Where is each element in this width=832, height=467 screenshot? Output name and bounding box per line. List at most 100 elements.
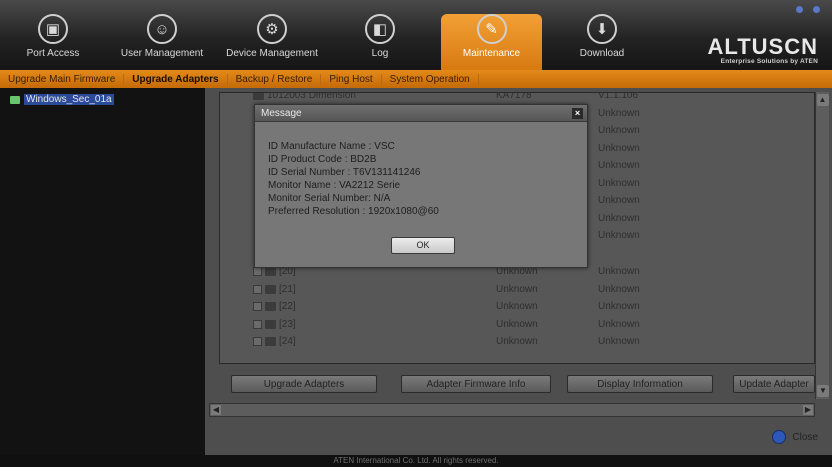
tab-download[interactable]: ⬇ Download <box>572 14 632 70</box>
submenu-upgrade-adapters[interactable]: Upgrade Adapters <box>124 73 228 85</box>
adapter-version: Unknown <box>598 177 640 189</box>
tree-item-device[interactable]: Windows_Sec_01a <box>10 94 114 105</box>
vertical-scrollbar[interactable]: ▲ ▼ <box>815 92 829 399</box>
brand-logo: ALTUSCN Enterprise Solutions by ATEN <box>708 34 818 65</box>
list-item[interactable]: [21] Unknown Unknown <box>253 281 808 299</box>
tab-port-access[interactable]: ▣ Port Access <box>18 14 88 70</box>
scroll-down-icon[interactable]: ▼ <box>817 385 829 397</box>
scroll-left-icon[interactable]: ◀ <box>211 405 221 415</box>
adapter-name: [21] <box>279 283 296 295</box>
update-adapter-button[interactable]: Update Adapter <box>733 375 815 393</box>
list-item[interactable]: [23] Unknown Unknown <box>253 316 808 334</box>
window-controls <box>796 6 820 13</box>
wrench-icon: ✎ <box>476 14 507 44</box>
top-navigation: ▣ Port Access ☺ User Management ⚙ Device… <box>0 0 832 70</box>
upgrade-adapters-button[interactable]: Upgrade Adapters <box>231 375 377 393</box>
adapter-version: Unknown <box>598 212 640 224</box>
tab-log[interactable]: ◧ Log <box>360 14 400 70</box>
tab-label: Port Access <box>26 48 80 59</box>
adapter-version: Unknown <box>598 266 640 277</box>
submenu-backup-restore[interactable]: Backup / Restore <box>228 73 322 85</box>
close-button[interactable]: Close <box>772 430 818 444</box>
adapter-checkbox[interactable] <box>253 319 262 329</box>
submenu-upgrade-main-firmware[interactable]: Upgrade Main Firmware <box>0 73 125 85</box>
dialog-body: ID Manufacture Name : VSC ID Product Cod… <box>255 122 587 218</box>
tree-item-label: Windows_Sec_01a <box>24 94 114 105</box>
message-dialog: Message × ID Manufacture Name : VSC ID P… <box>254 104 588 268</box>
adapter-firmware-info-button[interactable]: Adapter Firmware Info <box>401 375 551 393</box>
list-item[interactable]: 1012003 Dimension KA7178 V1.1.106 <box>253 92 808 105</box>
submenu-ping-host[interactable]: Ping Host <box>321 73 382 85</box>
adapter-version: Unknown <box>598 160 640 171</box>
adapter-checkbox[interactable] <box>253 284 262 294</box>
adapter-version: Unknown <box>598 283 640 295</box>
monitor-icon <box>265 337 276 346</box>
minimize-icon[interactable] <box>796 6 803 13</box>
adapter-name-cell: 1012003 Dimension <box>253 92 356 101</box>
adapter-version: Unknown <box>598 318 640 330</box>
device-icon: ⚙ <box>257 14 287 44</box>
tab-label: Download <box>579 48 625 59</box>
dialog-line-monitor-name: Monitor Name : VA2212 Serie <box>268 180 401 191</box>
submenu-system-operation[interactable]: System Operation <box>382 73 479 85</box>
tab-label: Log <box>371 48 389 59</box>
adapter-checkbox[interactable] <box>253 302 262 311</box>
dialog-line-resolution: Preferred Resolution : 1920x1080@60 <box>268 206 439 217</box>
dialog-line-serial: ID Serial Number : T6V131141246 <box>268 167 421 178</box>
monitor-icon: ▣ <box>38 14 68 44</box>
logo-text: ALTUSCN <box>707 34 818 59</box>
logo-subtitle: Enterprise Solutions by ATEN <box>720 58 818 65</box>
adapter-name-cell: [23] <box>253 319 296 330</box>
adapter-model: Unknown <box>496 318 538 330</box>
adapter-version: Unknown <box>598 125 640 136</box>
adapter-name: [22] <box>279 301 296 312</box>
monitor-icon <box>253 93 264 100</box>
footer-copyright: ATEN International Co. Ltd. All rights r… <box>0 455 832 467</box>
maintenance-submenu: Upgrade Main Firmware Upgrade Adapters B… <box>0 70 832 88</box>
adapter-name: [24] <box>279 336 296 347</box>
adapter-model: Unknown <box>496 336 538 347</box>
adapter-model: Unknown <box>496 283 538 295</box>
dialog-line-manufacturer: ID Manufacture Name : VSC <box>268 141 395 152</box>
list-item[interactable]: [24] Unknown Unknown <box>253 333 808 351</box>
adapter-model: KA7178 <box>496 92 532 101</box>
adapter-checkbox[interactable] <box>253 337 262 346</box>
ok-button[interactable]: OK <box>391 237 455 254</box>
settings-icon[interactable] <box>813 6 820 13</box>
adapter-name-cell: [24] <box>253 336 296 347</box>
scroll-up-icon[interactable]: ▲ <box>816 94 829 106</box>
monitor-icon <box>265 302 276 311</box>
adapter-name: 1012003 Dimension <box>267 92 356 101</box>
display-information-button[interactable]: Display Information <box>567 375 713 393</box>
adapter-name-cell: [21] <box>253 284 296 295</box>
tab-user-management[interactable]: ☺ User Management <box>112 14 212 70</box>
adapter-name: [23] <box>279 318 296 330</box>
device-tree-pane: Windows_Sec_01a <box>0 88 205 455</box>
dialog-line-product-code: ID Product Code : BD2B <box>268 154 377 165</box>
tab-device-management[interactable]: ⚙ Device Management <box>220 14 324 70</box>
adapter-name-cell: [22] <box>253 301 296 312</box>
scroll-right-icon[interactable]: ▶ <box>803 405 813 415</box>
log-icon: ◧ <box>365 14 395 44</box>
horizontal-scrollbar[interactable]: ◀ ▶ <box>209 403 815 417</box>
tab-label: Maintenance <box>462 48 521 59</box>
computer-icon <box>10 95 20 104</box>
adapter-version: V1.1.106 <box>598 92 639 101</box>
adapter-version: Unknown <box>598 195 640 206</box>
monitor-icon <box>265 319 276 329</box>
tab-maintenance[interactable]: ✎ Maintenance <box>441 14 542 70</box>
list-item[interactable]: [22] Unknown Unknown <box>253 298 808 316</box>
adapter-version: Unknown <box>598 107 640 119</box>
monitor-icon <box>265 284 276 294</box>
close-icon[interactable]: × <box>572 108 583 119</box>
dialog-title: Message <box>255 105 587 122</box>
users-icon: ☺ <box>147 14 177 44</box>
monitor-icon <box>265 267 276 276</box>
adapter-checkbox[interactable] <box>253 267 262 276</box>
app-window: ▣ Port Access ☺ User Management ⚙ Device… <box>0 0 832 467</box>
adapter-version: Unknown <box>598 230 640 241</box>
download-icon: ⬇ <box>587 14 617 44</box>
close-icon <box>772 430 787 444</box>
tab-label: Device Management <box>226 48 318 59</box>
adapter-version: Unknown <box>598 301 640 312</box>
